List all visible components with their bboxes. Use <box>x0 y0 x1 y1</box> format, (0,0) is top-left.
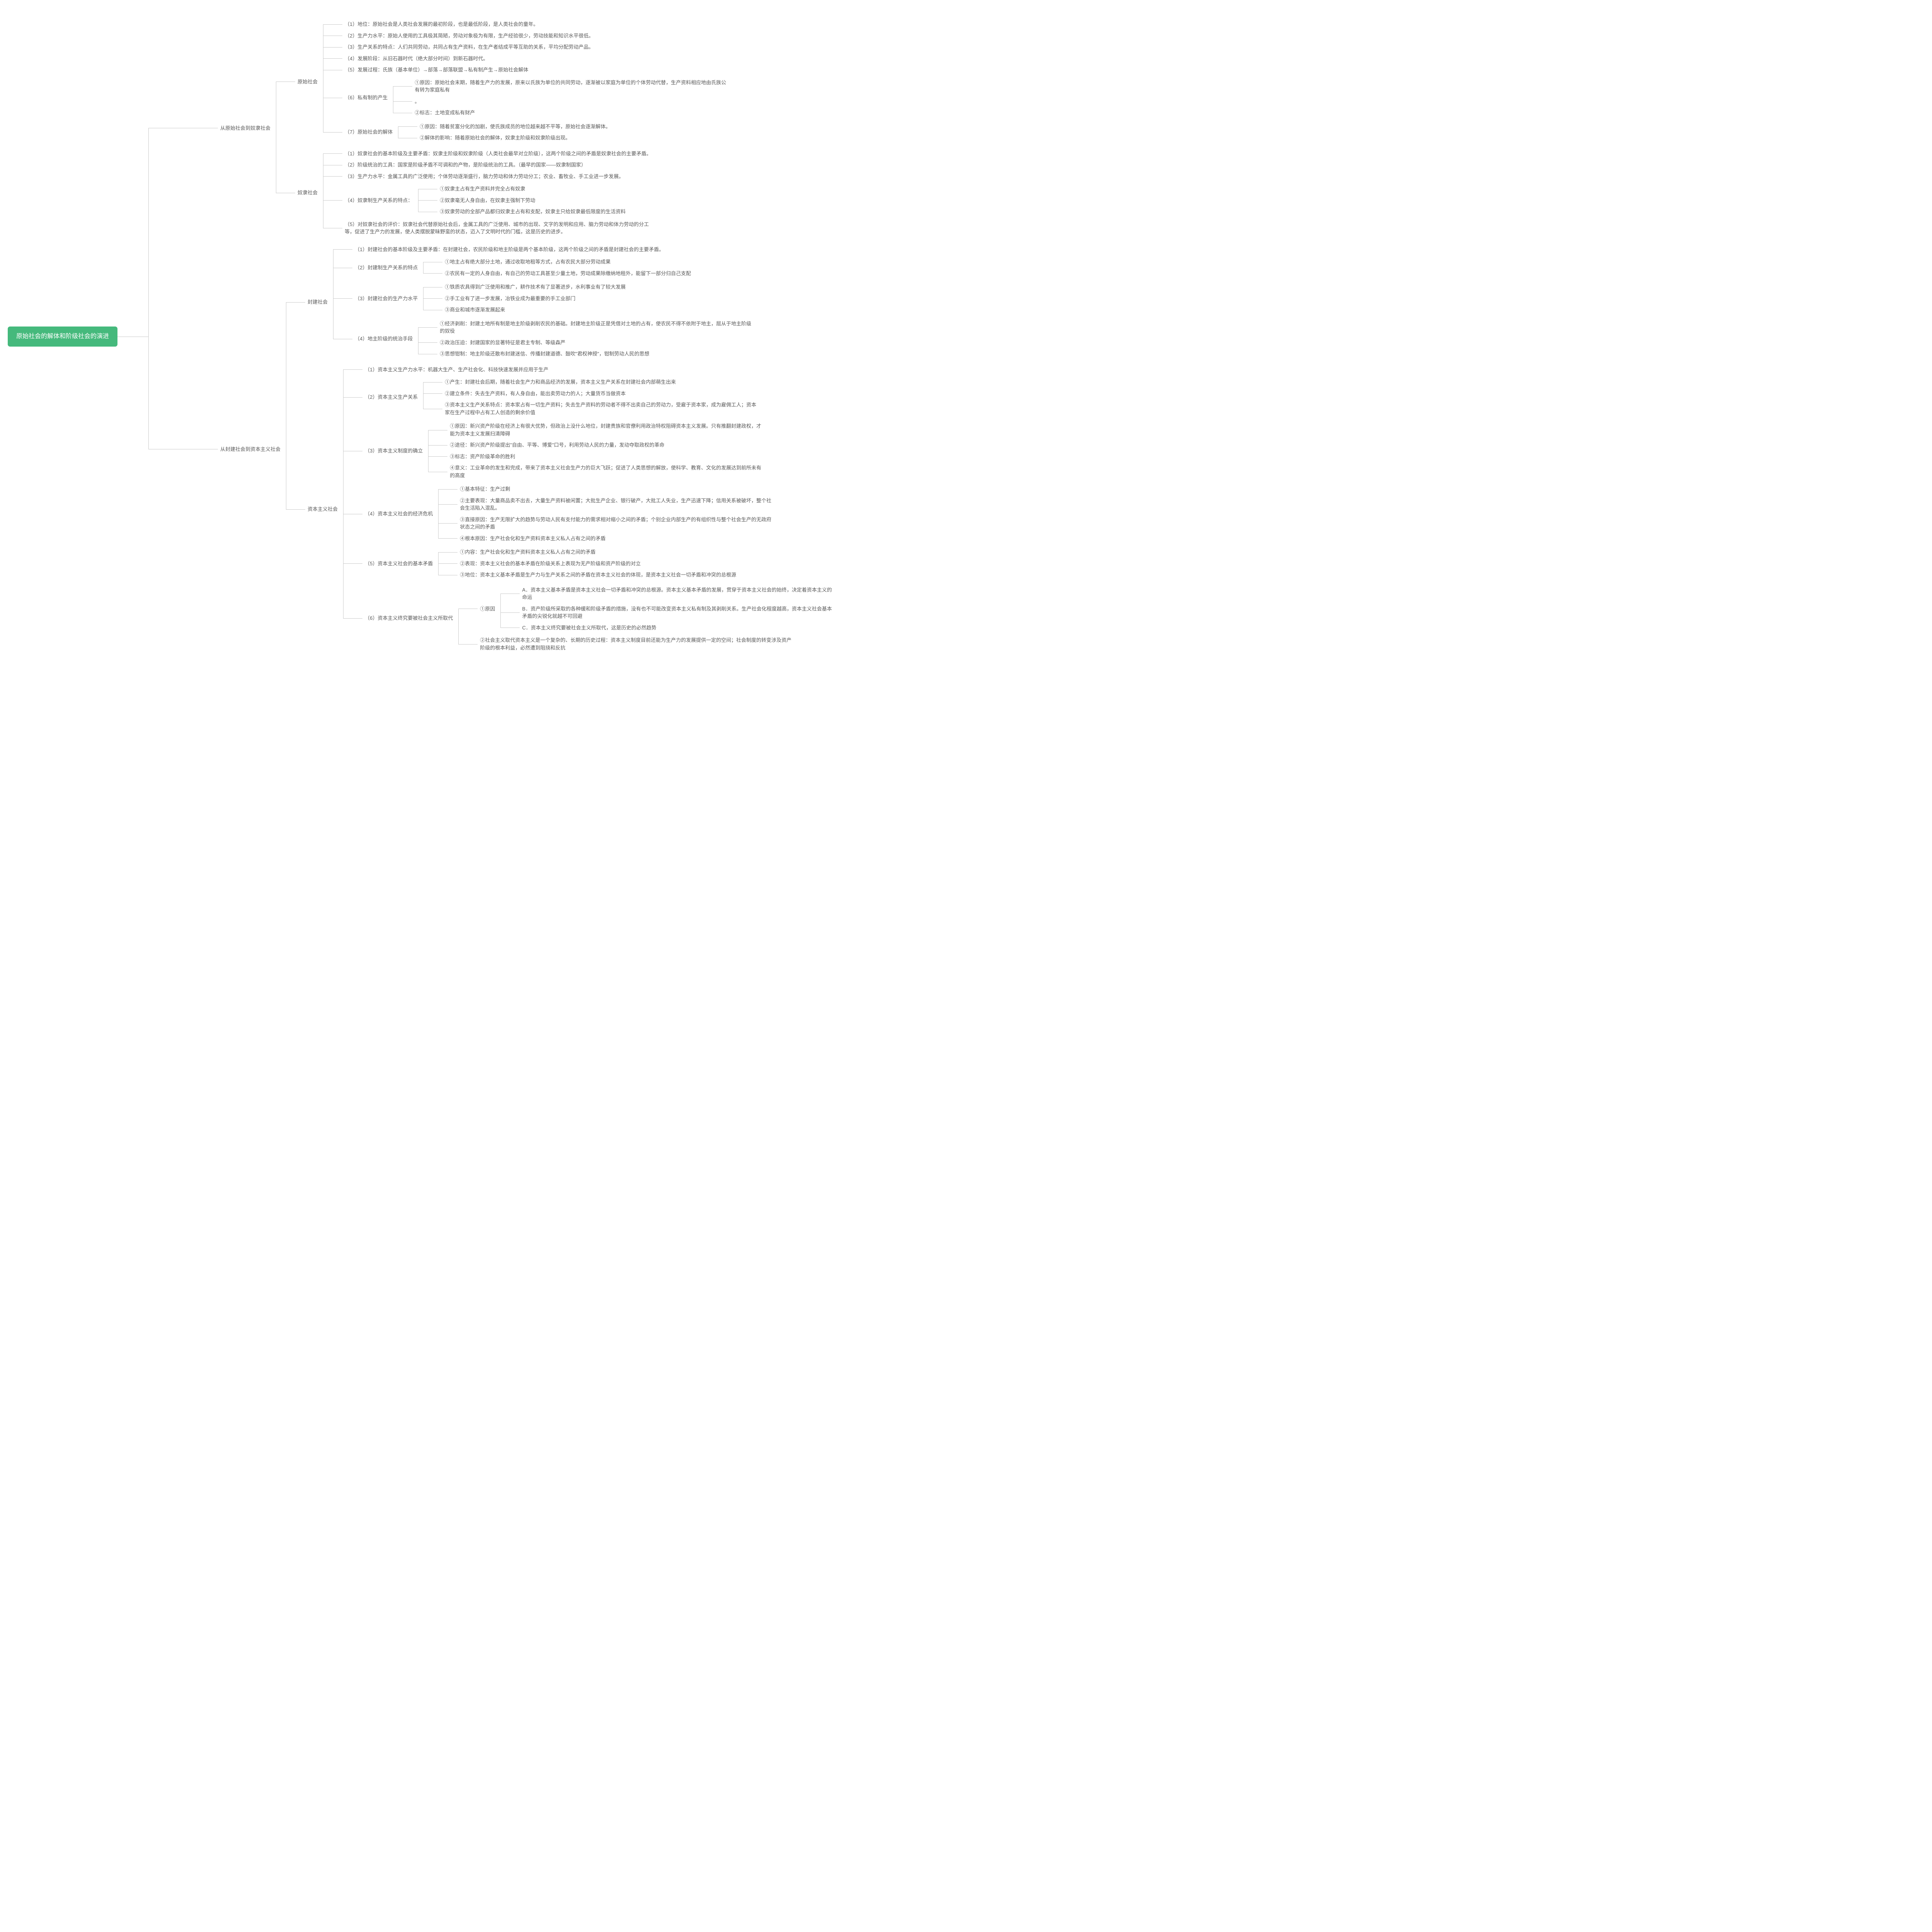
cap-i5: （5）资本主义社会的基本矛盾 ①内容：生产社会化和生产资料资本主义私人占有之间的… <box>362 545 837 582</box>
cap-i2: （2）资本主义生产关系 ①产生：封建社会后期，随着社会生产力和商品经济的发展，资… <box>362 375 837 419</box>
cap-i1: （1）资本主义生产力水平：机器大生产、生产社会化、科技快速发展并应用于生产 <box>362 364 837 376</box>
prim-i3: （3）生产关系的特点：人们共同劳动，共同占有生产资料，在生产者结成平等互助的关系… <box>342 41 729 53</box>
cap-i3a: ①原因：新兴资产阶级在经济上有很大优势，但政治上没什么地位，封建贵族和官僚利用政… <box>447 420 764 439</box>
prim-i7b: ②解体的影响：随着原始社会的解体，奴隶主阶级和奴隶阶级出现。 <box>417 132 613 144</box>
cap-i5a: ①内容：生产社会化和生产资料资本主义私人占有之间的矛盾 <box>457 546 738 558</box>
cap-i2-children: ①产生：封建社会后期，随着社会生产力和商品经济的发展，资本主义生产关系在封建社会… <box>423 376 759 418</box>
feud-children: （1）封建社会的基本阶级及主要矛盾：在封建社会，农民阶级和地主阶级是两个基本阶级… <box>333 244 754 361</box>
cap-i3d: ④意义：工业革命的发生和完成，带来了资本主义社会生产力的巨大飞跃；促进了人类思想… <box>447 462 764 481</box>
cap-children: （1）资本主义生产力水平：机器大生产、生产社会化、科技快速发展并应用于生产 （2… <box>343 364 837 655</box>
root-node: 原始社会的解体和阶级社会的演进 <box>8 327 117 347</box>
cap-i4b: ②主要表现：大量商品卖不出去，大量生产资料被闲置；大批生产企业、银行破产，大批工… <box>457 495 774 514</box>
cap-i6-children: ①原因 A．资本主义基本矛盾是资本主义社会一切矛盾和冲突的总根源。资本主义基本矛… <box>458 583 837 654</box>
feud-node: 封建社会 （1）封建社会的基本阶级及主要矛盾：在封建社会，农民阶级和地主阶级是两… <box>305 242 837 362</box>
feud-i3: （3）封建社会的生产力水平 ①铁质农具得到广泛使用和推广，耕作技术有了显著进步，… <box>352 280 754 317</box>
prim-i7: （7）原始社会的解体 ①原因：随着贫富分化的加剧，使氏族成员的地位越来越不平等，… <box>342 120 729 145</box>
cap-node: 资本主义社会 （1）资本主义生产力水平：机器大生产、生产社会化、科技快速发展并应… <box>305 362 837 656</box>
l1-label-b: 从封建社会到资本主义社会 <box>218 445 283 454</box>
cap-i5-children: ①内容：生产社会化和生产资料资本主义私人占有之间的矛盾 ②表现：资本主义社会的基… <box>438 546 738 581</box>
feud-i2a: ①地主占有绝大部分土地，通过收取地租等方式，占有农民大部分劳动成果 <box>442 256 693 268</box>
feud-i4-children: ①经济剥削：封建土地所有制是地主阶级剥削农民的基础。封建地主阶级正是凭借对土地的… <box>418 318 754 360</box>
feud-i1: （1）封建社会的基本阶级及主要矛盾：在封建社会，农民阶级和地主阶级是两个基本阶级… <box>352 244 754 255</box>
slave-i3: （3）生产力水平：金属工具的广泛使用；个体劳动逐渐盛行，脑力劳动和体力劳动分工；… <box>342 171 659 182</box>
cap-i6b: ②社会主义取代资本主义是一个复杂的、长期的历史过程：资本主义制度目前还能为生产力… <box>478 634 837 653</box>
slave-node: 奴隶社会 （1）奴隶社会的基本阶级及主要矛盾：奴隶主阶级和奴隶阶级（人类社会最早… <box>295 146 729 239</box>
prim-i1: （1）地位：原始社会是人类社会发展的最初阶段，也是最低阶段，是人类社会的童年。 <box>342 19 729 30</box>
cap-i6a: ①原因 A．资本主义基本矛盾是资本主义社会一切矛盾和冲突的总根源。资本主义基本矛… <box>478 583 837 635</box>
cap-i4d: ④根本原因：生产社会化和生产资料资本主义私人占有之间的矛盾 <box>457 533 774 544</box>
feud-i4c: ③思想钳制：地主阶级还散布封建迷信、传播封建道德、鼓吹"君权神授"，钳制劳动人民… <box>437 348 754 360</box>
slave-i2: （2）阶级统治的工具：国家是阶级矛盾不可调和的产物，是阶级统治的工具。（最早的国… <box>342 159 659 171</box>
feud-i4b: ②政治压迫：封建国家的显著特征是君主专制、等级森严 <box>437 337 754 349</box>
cap-i4c: ③直接原因：生产无限扩大的趋势与劳动人民有支付能力的需求相对缩小之间的矛盾；个别… <box>457 514 774 533</box>
cap-i6: （6）资本主义终究要被社会主义所取代 ①原因 A．资本主义基本矛盾是资本主义社会… <box>362 582 837 655</box>
prim-title: 原始社会 <box>295 77 320 87</box>
slave-i4-children: ①奴隶主占有生产资料并完全占有奴隶 ②奴隶毫无人身自由，在奴隶主强制下劳动 ③奴… <box>418 183 628 218</box>
feud-i2b: ②农民有一定的人身自由，有自己的劳动工具甚至少量土地，劳动成果除缴纳地租外，能留… <box>442 268 693 279</box>
prim-i2: （2）生产力水平：原始人使用的工具极其简陋，劳动对象极为有限，生产经验很少，劳动… <box>342 30 729 42</box>
prim-children: （1）地位：原始社会是人类社会发展的最初阶段，也是最低阶段，是人类社会的童年。 … <box>323 19 729 145</box>
cap-i4: （4）资本主义社会的经济危机 ①基本特征：生产过剩 ②主要表现：大量商品卖不出去… <box>362 482 837 545</box>
cap-title: 资本主义社会 <box>305 505 340 514</box>
cap-i3-children: ①原因：新兴资产阶级在经济上有很大优势，但政治上没什么地位，封建贵族和官僚利用政… <box>428 420 764 481</box>
cap-i6ac: C．资本主义终究要被社会主义所取代，这是历史的必然趋势 <box>520 622 837 634</box>
cap-i2b: ②建立条件：失去生产资料，有人身自由，能出卖劳动力的人；大量货币当做资本 <box>442 388 759 400</box>
feud-i2-children: ①地主占有绝大部分土地，通过收取地租等方式，占有农民大部分劳动成果 ②农民有一定… <box>423 256 693 279</box>
cap-i4a: ①基本特征：生产过剩 <box>457 483 774 495</box>
l1-node-b: 从封建社会到资本主义社会 封建社会 （1）封建社会的基本阶级及主要矛盾：在封建社… <box>218 241 837 658</box>
cap-i2c: ③资本主义生产关系特点：资本家占有一切生产资料；失去生产资料的劳动者不得不出卖自… <box>442 399 759 418</box>
prim-i7a: ①原因：随着贫富分化的加剧，使氏族成员的地位越来越不平等，原始社会逐渐解体。 <box>417 121 613 133</box>
prim-i6: （6）私有制的产生 ①原因：原始社会末期，随着生产力的发展，原来以氏族为单位的共… <box>342 76 729 120</box>
feud-i2: （2）封建制生产关系的特点 ①地主占有绝大部分土地，通过收取地租等方式，占有农民… <box>352 255 754 280</box>
cap-i6ab: B．资产阶级所采取的各种缓和阶级矛盾的措施，没有也不可能改变资本主义私有制及其剥… <box>520 603 837 622</box>
feud-i4a: ①经济剥削：封建土地所有制是地主阶级剥削农民的基础。封建地主阶级正是凭借对土地的… <box>437 318 754 337</box>
prim-i5: （5）发展过程：氏族（基本单位）→部落→部落联盟→私有制产生→原始社会解体 <box>342 64 729 76</box>
slave-i1: （1）奴隶社会的基本阶级及主要矛盾：奴隶主阶级和奴隶阶级（人类社会最早对立阶级）… <box>342 148 659 160</box>
prim-i4: （4）发展阶段：从旧石器时代（绝大部分时间）到新石器时代。 <box>342 53 729 65</box>
l1-node-a: 从原始社会到奴隶社会 原始社会 （1）地位：原始社会是人类社会发展的最初阶段，也… <box>218 15 837 241</box>
slave-i4a: ①奴隶主占有生产资料并完全占有奴隶 <box>437 183 628 195</box>
slave-i4: （4）奴隶制生产关系的特点： ①奴隶主占有生产资料并完全占有奴隶 ②奴隶毫无人身… <box>342 182 659 219</box>
root-connector <box>117 15 148 658</box>
feud-title: 封建社会 <box>305 298 330 307</box>
slave-i4c: ③奴隶劳动的全部产品都归奴隶主占有和支配，奴隶主只给奴隶最低限度的生活资料 <box>437 206 628 218</box>
prim-i6a: ①原因：原始社会末期，随着生产力的发展，原来以氏族为单位的共同劳动，逐渐被以家庭… <box>412 77 729 96</box>
l2-branch-a: 原始社会 （1）地位：原始社会是人类社会发展的最初阶段，也是最低阶段，是人类社会… <box>276 17 729 239</box>
slave-children: （1）奴隶社会的基本阶级及主要矛盾：奴隶主阶级和奴隶阶级（人类社会最早对立阶级）… <box>323 148 659 238</box>
cap-i5b: ②表现：资本主义社会的基本矛盾在阶级关系上表现为无产阶级和资产阶级的对立 <box>457 558 738 570</box>
cap-i5c: ③地位：资本主义基本矛盾是生产力与生产关系之间的矛盾在资本主义社会的体现，是资本… <box>457 569 738 581</box>
cap-i4-children: ①基本特征：生产过剩 ②主要表现：大量商品卖不出去，大量生产资料被闲置；大批生产… <box>438 483 774 544</box>
prim-i6c: ②标志：土地变成私有财产 <box>412 107 729 119</box>
slave-i4b: ②奴隶毫无人身自由，在奴隶主强制下劳动 <box>437 195 628 206</box>
prim-i6-children: ①原因：原始社会末期，随着生产力的发展，原来以氏族为单位的共同劳动，逐渐被以家庭… <box>393 77 729 119</box>
prim-node: 原始社会 （1）地位：原始社会是人类社会发展的最初阶段，也是最低阶段，是人类社会… <box>295 17 729 146</box>
prim-i7-children: ①原因：随着贫富分化的加剧，使氏族成员的地位越来越不平等，原始社会逐渐解体。 ②… <box>398 121 613 144</box>
l1-label-a: 从原始社会到奴隶社会 <box>218 124 273 133</box>
cap-i3: （3）资本主义制度的确立 ①原因：新兴资产阶级在经济上有很大优势，但政治上没什么… <box>362 419 837 482</box>
feud-i3b: ②手工业有了进一步发展，冶铁业成为最重要的手工业部门 <box>442 293 628 304</box>
l2-branch-b: 封建社会 （1）封建社会的基本阶级及主要矛盾：在封建社会，农民阶级和地主阶级是两… <box>286 242 837 656</box>
mindmap-root-container: 原始社会的解体和阶级社会的演进 从原始社会到奴隶社会 原始社会 （1）地位：原始… <box>8 15 1924 658</box>
feud-i3-children: ①铁质农具得到广泛使用和推广，耕作技术有了显著进步，水利事业有了较大发展 ②手工… <box>423 281 628 316</box>
prim-i6b: 。 <box>412 96 729 107</box>
cap-i3c: ③标志：资产阶级革命的胜利 <box>447 451 764 463</box>
slave-i5: （5）对奴隶社会的评价：奴隶社会代替原始社会后，金属工具的广泛使用、城市的出现、… <box>342 219 659 238</box>
feud-i4: （4）地主阶级的统治手段 ①经济剥削：封建土地所有制是地主阶级剥削农民的基础。封… <box>352 317 754 361</box>
cap-i2a: ①产生：封建社会后期，随着社会生产力和商品经济的发展，资本主义生产关系在封建社会… <box>442 376 759 388</box>
slave-title: 奴隶社会 <box>295 188 320 197</box>
feud-i3a: ①铁质农具得到广泛使用和推广，耕作技术有了显著进步，水利事业有了较大发展 <box>442 281 628 293</box>
feud-i3c: ③商业和城市逐渐发展起来 <box>442 304 628 316</box>
level1-branch: 从原始社会到奴隶社会 原始社会 （1）地位：原始社会是人类社会发展的最初阶段，也… <box>148 15 837 658</box>
cap-i6aa: A．资本主义基本矛盾是资本主义社会一切矛盾和冲突的总根源。资本主义基本矛盾的发展… <box>520 584 837 603</box>
cap-i6a-children: A．资本主义基本矛盾是资本主义社会一切矛盾和冲突的总根源。资本主义基本矛盾的发展… <box>500 584 837 634</box>
root-label: 原始社会的解体和阶级社会的演进 <box>16 333 109 340</box>
cap-i3b: ②途径：新兴资产阶级提出"自由、平等、博爱"口号，利用劳动人民的力量，发动夺取政… <box>447 439 764 451</box>
